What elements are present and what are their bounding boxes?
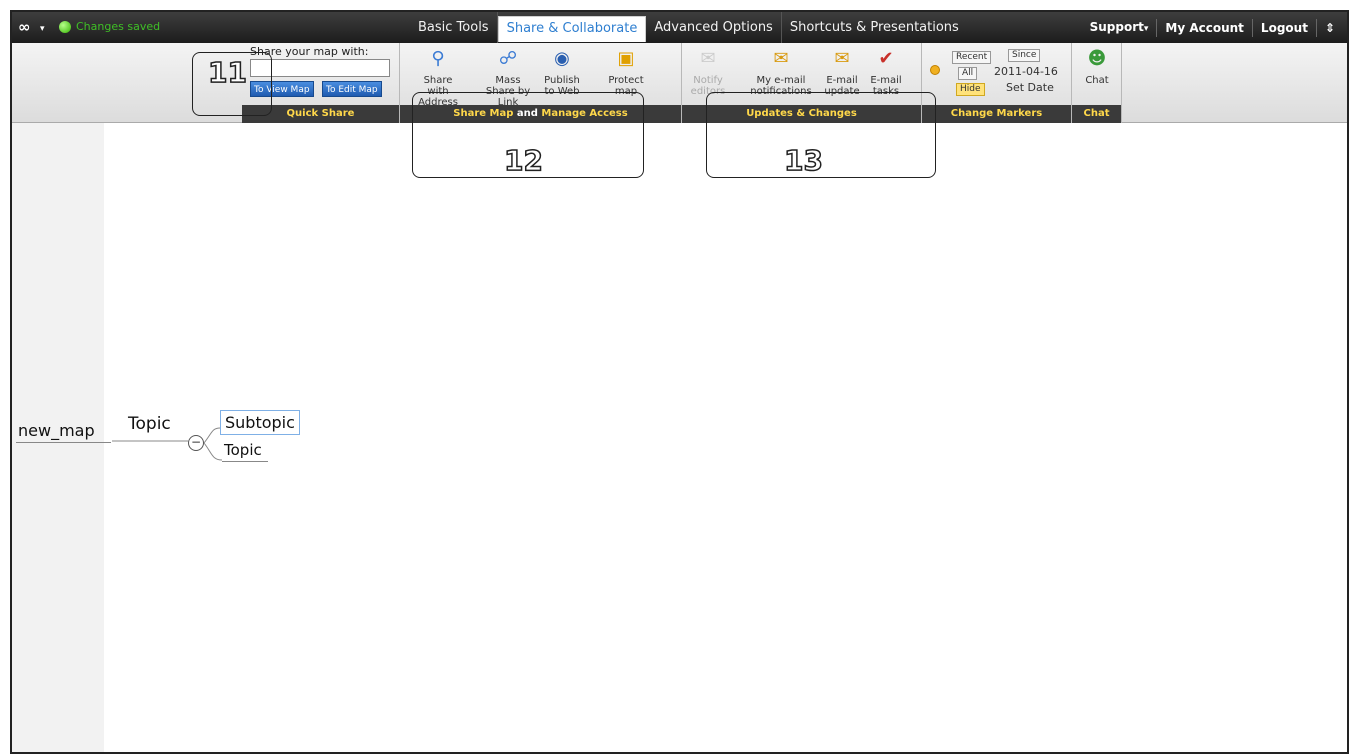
subtopic-node[interactable]: Subtopic — [220, 410, 300, 435]
topic-node[interactable]: Topic — [128, 414, 171, 434]
lock-icon: ▣ — [617, 48, 635, 69]
app-window: ∞ ▾ Changes saved Basic Tools Share & Col… — [10, 10, 1349, 754]
set-date-button[interactable]: Set Date — [1006, 81, 1054, 94]
address-book-icon: ⚲ — [431, 48, 445, 69]
publish-web-button[interactable]: ◉ Publish to Web — [542, 47, 582, 97]
collapse-node-icon[interactable]: − — [188, 435, 204, 451]
tab-advanced-options[interactable]: Advanced Options — [646, 12, 782, 43]
map-canvas[interactable]: new_map Topic − Subtopic Topic — [12, 123, 1347, 752]
email-notification-icon: ✉ — [773, 48, 789, 69]
chat-button[interactable]: ☻ Chat — [1080, 47, 1114, 86]
tab-share-collaborate[interactable]: Share & Collaborate — [497, 16, 647, 42]
status-dot-icon — [59, 21, 71, 33]
recent-button[interactable]: Recent — [952, 51, 992, 64]
since-date: 2011-04-16 — [994, 65, 1058, 78]
group-change-markers: Recent Since All 2011-04-16 Hide Set Dat… — [922, 43, 1072, 123]
tab-basic-tools[interactable]: Basic Tools — [410, 12, 498, 43]
email-tasks-button[interactable]: ✔ E-mail tasks — [868, 47, 904, 97]
group-label-change-markers: Change Markers — [922, 105, 1071, 123]
all-button[interactable]: All — [958, 67, 978, 80]
callout-number-12: 12 — [503, 143, 543, 178]
email-tasks-icon: ✔ — [878, 48, 894, 69]
support-menu[interactable]: Support▾ — [1082, 18, 1157, 38]
logo-menu-icon[interactable]: ∞ ▾ — [18, 18, 48, 36]
marker-slider-icon[interactable] — [930, 65, 940, 75]
my-email-notifications-button[interactable]: ✉ My e-mail notifications — [748, 47, 814, 97]
save-status: Changes saved — [76, 20, 161, 33]
notify-editors-button[interactable]: ✉ Notify editors — [688, 47, 728, 97]
my-account-link[interactable]: My Account — [1156, 18, 1252, 37]
collapse-menu-icon[interactable]: ⇕ — [1315, 18, 1343, 37]
connector-lines — [112, 427, 223, 461]
tab-shortcuts-presentations[interactable]: Shortcuts & Presentations — [782, 12, 967, 43]
tab-bar: Basic Tools Share & Collaborate Advanced… — [410, 12, 967, 43]
chat-icon: ☻ — [1087, 48, 1107, 69]
root-node[interactable]: new_map — [16, 421, 111, 443]
right-nav: Support▾ My Account Logout ⇕ — [1082, 12, 1343, 43]
email-update-icon: ✉ — [834, 48, 850, 69]
hide-button[interactable]: Hide — [956, 83, 985, 96]
callout-number-11: 11 — [207, 55, 247, 90]
protect-map-button[interactable]: ▣ Protect map — [606, 47, 646, 97]
callout-number-13: 13 — [783, 143, 823, 178]
globe-icon: ◉ — [554, 48, 570, 69]
group-chat: ☻ Chat Chat — [1072, 43, 1122, 123]
since-button[interactable]: Since — [1008, 49, 1041, 62]
email-update-button[interactable]: ✉ E-mail update — [822, 47, 862, 97]
group-label-chat: Chat — [1072, 105, 1121, 123]
logout-link[interactable]: Logout — [1251, 18, 1316, 37]
to-edit-map-button[interactable]: To Edit Map — [322, 81, 382, 97]
link-icon: ☍ — [498, 48, 518, 69]
top-bar: ∞ ▾ Changes saved Basic Tools Share & Col… — [12, 12, 1347, 43]
notify-icon: ✉ — [700, 48, 716, 69]
topic-node-child[interactable]: Topic — [222, 441, 268, 462]
